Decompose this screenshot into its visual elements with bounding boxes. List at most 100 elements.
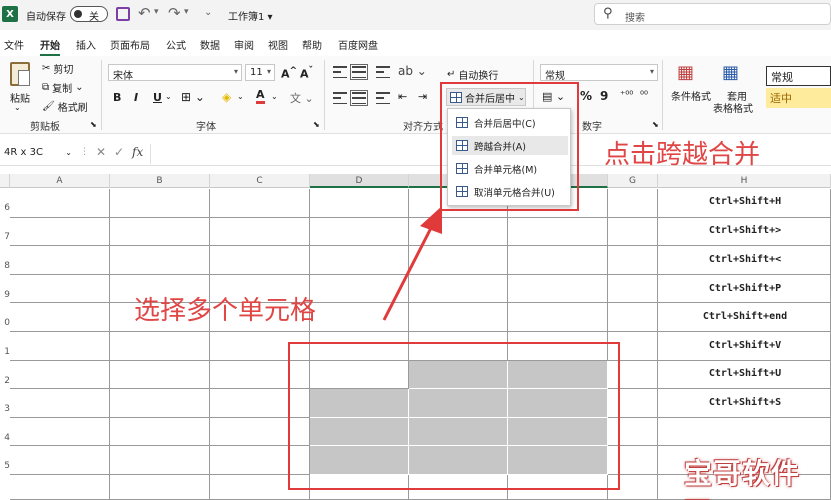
underline-button[interactable]: U <box>153 91 162 104</box>
format-painter-button[interactable]: 🖌 格式刷 <box>42 99 88 114</box>
wrap-text-button[interactable]: ↵ 自动换行 <box>447 67 498 82</box>
cut-button[interactable]: ✂ 剪切 <box>42 61 73 76</box>
select-all-corner[interactable] <box>0 174 10 188</box>
font-size-select[interactable]: 11 ▾ <box>245 64 275 81</box>
decrease-font-icon[interactable]: Aˇ <box>300 65 313 81</box>
decrease-indent-icon[interactable]: ⇤ <box>398 90 407 103</box>
name-box[interactable]: 4R x 3C ⌄ <box>0 145 76 163</box>
workbook-title[interactable]: 工作簿1 ▾ <box>228 8 273 23</box>
row-header[interactable]: 1 <box>0 347 10 357</box>
shortcut-cell[interactable]: Ctrl+Shift+> <box>658 225 831 236</box>
percent-icon[interactable]: % <box>580 89 592 103</box>
grid-cell[interactable] <box>508 217 608 247</box>
paste-dropdown-icon[interactable]: ⌄ <box>14 103 21 112</box>
font-color-icon[interactable]: A <box>256 89 265 104</box>
redo-icon[interactable]: ↷ <box>168 4 181 22</box>
row-header[interactable]: 6 <box>0 203 10 213</box>
grid-cell[interactable] <box>608 189 658 218</box>
grid-cell[interactable] <box>508 274 608 304</box>
grid-cell[interactable] <box>10 360 110 390</box>
grid-cell[interactable] <box>508 303 608 332</box>
enter-icon[interactable]: ✓ <box>114 145 124 159</box>
style-neutral[interactable]: 适中 <box>766 88 831 108</box>
increase-indent-icon[interactable]: ⇥ <box>418 90 427 103</box>
align-left-icon[interactable] <box>333 92 347 104</box>
grid-cell[interactable] <box>110 389 210 418</box>
grid-cell[interactable] <box>210 217 310 247</box>
grid-cell[interactable] <box>110 217 210 247</box>
paste-icon[interactable] <box>10 62 30 86</box>
shortcut-cell[interactable]: Ctrl+Shift+H <box>658 196 831 207</box>
bold-button[interactable]: B <box>113 91 121 104</box>
undo-icon[interactable]: ↶ <box>138 4 151 22</box>
increase-decimal-icon[interactable]: ⁺⁰⁰ <box>620 90 633 101</box>
format-as-table-label-2[interactable]: 表格格式 <box>713 100 753 115</box>
fill-color-dropdown-icon[interactable]: ⌄ <box>237 92 244 101</box>
number-format-select[interactable]: 常规 ▾ <box>540 64 658 82</box>
row-header[interactable]: 9 <box>0 290 10 300</box>
tab-baidu-netdisk[interactable]: 百度网盘 <box>338 37 378 52</box>
column-header-g[interactable]: G <box>608 174 658 188</box>
shortcut-cell[interactable]: Ctrl+Shift+U <box>658 368 831 379</box>
grid-cell[interactable] <box>658 417 831 447</box>
grid-cell[interactable] <box>10 246 110 275</box>
borders-icon[interactable]: ⊞ ⌄ <box>181 90 205 104</box>
grid-cell[interactable] <box>508 246 608 275</box>
grid-cell[interactable] <box>10 475 110 500</box>
orientation-icon[interactable]: ab ⌄ <box>398 64 427 78</box>
number-launcher-icon[interactable]: ⬊ <box>652 120 659 129</box>
grid-cell[interactable] <box>110 189 210 218</box>
column-header-d[interactable]: D <box>310 174 409 188</box>
increase-font-icon[interactable]: A^ <box>281 65 297 81</box>
autosave-toggle[interactable]: 关 <box>70 6 108 23</box>
grid-cell[interactable] <box>10 274 110 304</box>
quick-access-more-icon[interactable]: ⌄ <box>204 7 212 18</box>
decrease-decimal-icon[interactable]: ⁰⁰ <box>640 90 648 101</box>
clipboard-launcher-icon[interactable]: ⬊ <box>90 120 97 129</box>
tab-file[interactable]: 文件 <box>4 37 24 52</box>
phonetic-icon[interactable]: 文 ⌄ <box>290 90 314 106</box>
column-header-a[interactable]: A <box>10 174 110 188</box>
grid-cell[interactable] <box>608 217 658 247</box>
style-normal[interactable]: 常规 <box>766 66 831 86</box>
format-as-table-icon[interactable]: ▦ <box>722 62 739 83</box>
font-name-select[interactable]: 宋体 ▾ <box>108 64 242 82</box>
shortcut-cell[interactable]: Ctrl+Shift+< <box>658 254 831 265</box>
tab-page-layout[interactable]: 页面布局 <box>110 37 150 52</box>
column-header-c[interactable]: C <box>210 174 310 188</box>
font-launcher-icon[interactable]: ⬊ <box>313 120 320 129</box>
shortcut-cell[interactable]: Ctrl+Shift+V <box>658 340 831 351</box>
align-right-icon[interactable] <box>376 92 390 104</box>
align-middle-icon[interactable] <box>350 64 368 80</box>
tab-review[interactable]: 审阅 <box>234 37 254 52</box>
column-header-h[interactable]: H <box>658 174 831 188</box>
row-header[interactable]: 8 <box>0 261 10 271</box>
copy-button[interactable]: ⧉ 复制 ⌄ <box>42 80 84 95</box>
undo-dropdown-icon[interactable]: ▾ <box>154 7 159 17</box>
row-header[interactable]: 5 <box>0 461 10 471</box>
tab-data[interactable]: 数据 <box>200 37 220 52</box>
tab-view[interactable]: 视图 <box>268 37 288 52</box>
fill-color-icon[interactable]: ◈ <box>222 90 231 104</box>
save-icon[interactable] <box>116 7 130 21</box>
grid-cell[interactable] <box>10 446 110 475</box>
redo-dropdown-icon[interactable]: ▾ <box>184 7 189 17</box>
grid-cell[interactable] <box>608 246 658 275</box>
insert-function-icon[interactable]: fx <box>132 145 143 159</box>
cancel-icon[interactable]: ✕ <box>96 145 106 159</box>
row-header[interactable]: 2 <box>0 376 10 386</box>
grid-cell[interactable] <box>210 189 310 218</box>
grid-cell[interactable] <box>110 417 210 447</box>
align-top-icon[interactable] <box>333 66 347 78</box>
shortcut-cell[interactable]: Ctrl+Shift+P <box>658 283 831 294</box>
shortcut-cell[interactable]: Ctrl+Shift+end <box>658 311 831 322</box>
column-header-b[interactable]: B <box>110 174 210 188</box>
search-box[interactable]: ⚲ 搜索 <box>594 3 831 25</box>
align-bottom-icon[interactable] <box>376 66 390 78</box>
grid-cell[interactable] <box>110 360 210 390</box>
tab-insert[interactable]: 插入 <box>76 37 96 52</box>
align-center-icon[interactable] <box>350 90 368 106</box>
row-header[interactable]: 4 <box>0 433 10 443</box>
grid-cell[interactable] <box>10 417 110 447</box>
grid-cell[interactable] <box>110 475 210 500</box>
